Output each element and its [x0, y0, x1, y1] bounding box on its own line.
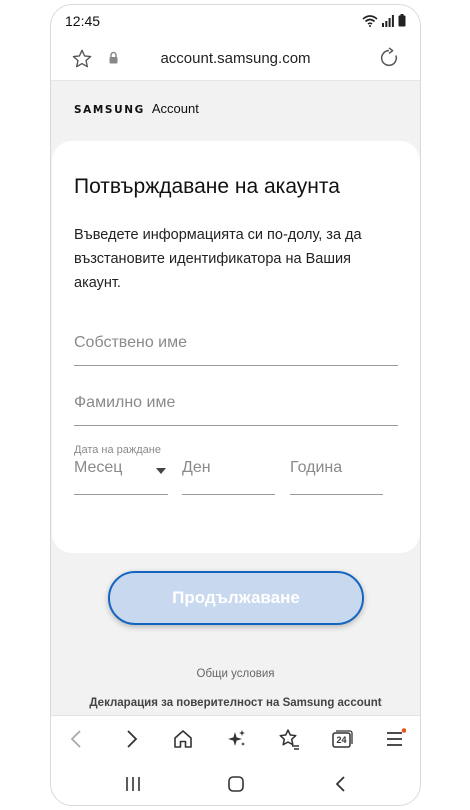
chevron-down-icon — [156, 468, 166, 474]
day-placeholder: Ден — [182, 459, 211, 476]
tabs-count: 24 — [336, 735, 347, 745]
terms-link[interactable]: Общи условия — [51, 668, 420, 680]
year-placeholder: Година — [290, 459, 343, 476]
back-button-icon[interactable] — [332, 775, 350, 793]
samsung-account-logo: SAMSUNG Account — [74, 101, 199, 116]
url-text[interactable]: account.samsung.com — [51, 50, 420, 67]
browser-url-bar: account.samsung.com — [51, 37, 420, 81]
status-bar: 12:45 — [51, 5, 420, 37]
status-time: 12:45 — [65, 13, 101, 29]
tabs-icon[interactable]: 24 — [331, 729, 353, 749]
bookmarks-icon[interactable] — [277, 728, 301, 750]
last-name-field[interactable]: Фамилно име — [74, 386, 398, 426]
back-arrow-icon[interactable] — [67, 728, 87, 750]
logo-account-text: Account — [151, 101, 199, 116]
phone-frame: 12:45 account.samsung.com SAMSUNG Accoun… — [50, 4, 421, 806]
day-field[interactable]: Ден — [182, 457, 275, 495]
reload-icon[interactable] — [378, 47, 400, 69]
month-placeholder: Месец — [74, 459, 123, 476]
form-description: Въведете информацията си по-долу, за да … — [74, 227, 362, 291]
logo-samsung-text: SAMSUNG — [74, 104, 145, 116]
sparkle-ai-icon[interactable] — [226, 728, 248, 750]
year-field[interactable]: Година — [290, 457, 383, 495]
continue-button[interactable]: Продължаване — [108, 571, 364, 625]
month-select[interactable]: Месец — [74, 457, 168, 495]
browser-toolbar: 24 — [51, 715, 420, 761]
signal-icon — [382, 14, 394, 27]
home-icon[interactable] — [172, 728, 194, 750]
birthdate-label: Дата на раждане — [74, 444, 161, 456]
wifi-icon — [362, 14, 378, 27]
home-button-icon[interactable] — [227, 775, 245, 793]
first-name-placeholder: Собствено име — [74, 334, 187, 351]
recent-apps-icon[interactable] — [124, 775, 142, 793]
page-title: Потвърждаване на акаунта — [74, 175, 340, 198]
first-name-field[interactable]: Собствено име — [74, 326, 398, 366]
continue-button-label: Продължаване — [172, 588, 300, 607]
status-icons — [362, 14, 406, 27]
forward-arrow-icon[interactable] — [121, 728, 141, 750]
form-card: Потвърждаване на акаунта Въведете информ… — [52, 141, 420, 553]
battery-icon — [398, 14, 406, 27]
system-nav-bar — [51, 761, 420, 805]
privacy-link[interactable]: Декларация за поверителност на Samsung a… — [51, 697, 420, 709]
last-name-placeholder: Фамилно име — [74, 394, 176, 411]
menu-icon[interactable] — [384, 728, 406, 750]
